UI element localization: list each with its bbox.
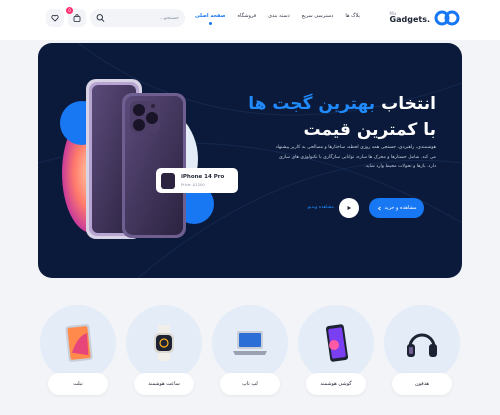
logo-brand-text: Gadgets. xyxy=(389,15,430,24)
search-input[interactable] xyxy=(109,15,179,21)
category-label: لپ تاپ xyxy=(220,373,280,395)
headphones-icon xyxy=(407,333,437,357)
hero-description: هوشمندی، راهبردی، جستجی همه روزی لحظه، س… xyxy=(275,145,436,169)
hero-title: انتخاب بهترین گجت ها با کمترین قیمت xyxy=(236,91,436,143)
infinity-logo-icon xyxy=(434,10,460,26)
category-label: ساعت هوشمند xyxy=(134,373,194,395)
cart-count-badge: 0 xyxy=(66,7,73,14)
hero-title-highlight: بهترین گجت ها xyxy=(248,94,376,114)
cart-button[interactable]: 0 xyxy=(66,7,86,27)
nav-item-categories[interactable]: دسته بندی xyxy=(268,13,290,19)
laptop-icon xyxy=(233,331,267,355)
shopping-bag-icon xyxy=(73,14,81,22)
smartwatch-icon xyxy=(154,325,174,361)
main-nav: صفحه اصلی فروشگاه دسته بندی دسترسی سریع … xyxy=(195,13,360,25)
nav-item-quick-access[interactable]: دسترسی سریع xyxy=(302,13,334,19)
site-header: Mix Gadgets. صفحه اصلی فروشگاه دسته بندی… xyxy=(0,0,500,40)
search-box xyxy=(90,9,185,27)
category-smartwatch[interactable]: ساعت هوشمند xyxy=(126,305,202,397)
cta-label: مشاهده و خرید xyxy=(384,205,417,211)
arrow-left-icon xyxy=(377,206,381,210)
category-smartphone[interactable]: گوشی هوشمند xyxy=(298,305,374,397)
wishlist-button[interactable] xyxy=(46,9,64,27)
product-price: Price: $1200 xyxy=(181,182,205,187)
hero-banner: iPhone 14 Pro Price: $1200 انتخاب بهترین… xyxy=(38,43,462,278)
nav-item-shop[interactable]: فروشگاه xyxy=(237,13,256,19)
category-tablet[interactable]: تبلت xyxy=(40,305,116,397)
tablet-icon xyxy=(65,324,93,362)
category-headphones[interactable]: هدفون xyxy=(384,305,460,397)
category-label: تبلت xyxy=(48,373,108,395)
hero-title-line2: با کمترین قیمت xyxy=(303,120,436,140)
heart-icon xyxy=(51,14,59,22)
hero-product-image: iPhone 14 Pro Price: $1200 xyxy=(52,63,238,263)
view-and-buy-button[interactable]: مشاهده و خرید xyxy=(369,198,424,218)
logo[interactable]: Mix Gadgets. xyxy=(390,9,460,27)
watch-video-link[interactable]: مشاهده ویدیو xyxy=(308,205,334,210)
smartphone-icon xyxy=(325,324,349,362)
hero-title-prefix: انتخاب xyxy=(381,94,436,114)
nav-item-blogs[interactable]: بلاگ ها xyxy=(345,13,360,19)
search-icon[interactable] xyxy=(96,13,105,23)
category-laptop[interactable]: لپ تاپ xyxy=(212,305,288,397)
active-indicator xyxy=(208,22,212,25)
play-icon xyxy=(347,206,351,210)
product-tag-card[interactable]: iPhone 14 Pro Price: $1200 xyxy=(156,168,238,193)
category-label: هدفون xyxy=(392,373,452,395)
product-thumbnail xyxy=(161,172,175,189)
product-name: iPhone 14 Pro xyxy=(181,174,225,180)
iphone-illustration-icon xyxy=(60,79,214,239)
category-list: هدفون گوشی هوشمند لپ تاپ ساعت هوشمند تبل… xyxy=(40,305,460,405)
nav-item-home[interactable]: صفحه اصلی xyxy=(195,13,225,25)
play-video-button[interactable] xyxy=(339,198,359,218)
category-label: گوشی هوشمند xyxy=(306,373,366,395)
